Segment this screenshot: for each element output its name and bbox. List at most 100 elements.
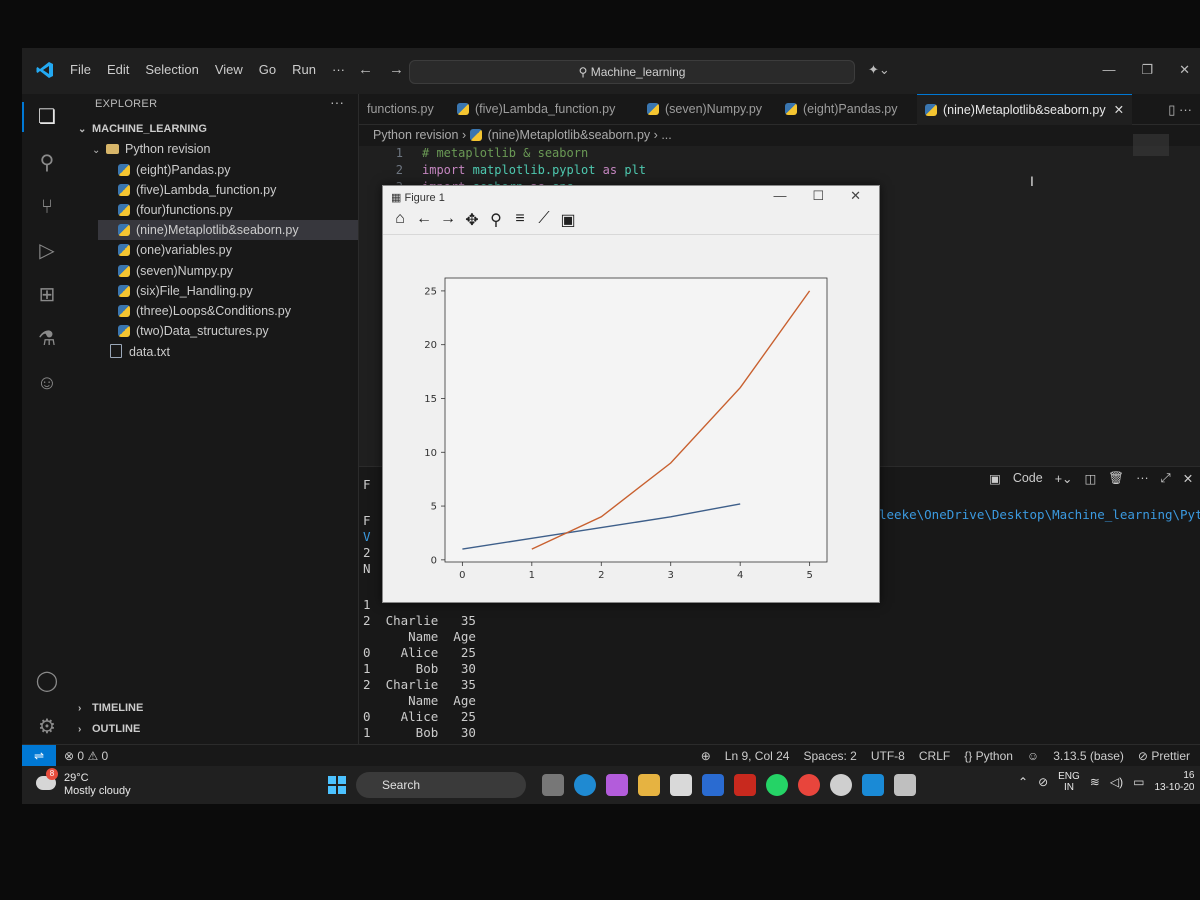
language-mode[interactable]: {} Python — [964, 745, 1013, 767]
more-tabs-icon[interactable]: ··· — [1179, 102, 1192, 117]
command-center-search[interactable]: ⚲ Machine_learning — [409, 60, 855, 84]
file-item[interactable]: (seven)Numpy.py — [118, 261, 233, 281]
encoding[interactable]: UTF-8 — [871, 745, 905, 767]
whatsapp-icon[interactable] — [766, 774, 788, 796]
tab-close-icon[interactable]: ✕ — [1114, 103, 1124, 117]
tab-lambda[interactable]: (five)Lambda_function.py — [449, 94, 623, 124]
maximize-icon[interactable]: ☐ — [812, 188, 824, 204]
pan-icon[interactable]: ✥ — [463, 210, 481, 230]
python-interpreter[interactable]: 3.13.5 (base) — [1053, 745, 1124, 767]
extensions-icon[interactable]: ⊞ — [34, 282, 60, 308]
close-panel-icon[interactable]: ✕ — [1183, 471, 1193, 486]
volume-icon[interactable]: ◁) — [1110, 775, 1123, 789]
configure-icon[interactable]: ≡ — [511, 210, 529, 230]
close-icon[interactable]: ✕ — [1179, 62, 1190, 78]
menu-go[interactable]: Go — [259, 62, 276, 77]
battery-icon[interactable]: ▭ — [1133, 775, 1144, 789]
file-item[interactable]: (three)Loops&Conditions.py — [118, 301, 291, 321]
folder-python-revision[interactable]: ⌄ Python revision — [92, 139, 210, 159]
tab-metaplotlib[interactable]: (nine)Metaplotlib&seaborn.py ✕ — [917, 94, 1133, 125]
settings-gear-icon[interactable]: ⚙ — [34, 714, 60, 740]
maximize-icon[interactable]: ❐ — [1141, 62, 1153, 78]
copilot-app-icon[interactable] — [606, 774, 628, 796]
testing-icon[interactable]: ⚗ — [34, 326, 60, 352]
search-icon[interactable]: ⚲ — [34, 150, 60, 176]
forward-icon[interactable]: → — [439, 210, 457, 230]
file-item[interactable]: (eight)Pandas.py — [118, 160, 231, 180]
edge-icon[interactable] — [574, 774, 596, 796]
maximize-panel-icon[interactable]: ⤢ — [1161, 471, 1171, 486]
file-item[interactable]: (six)File_Handling.py — [118, 281, 253, 301]
trash-icon[interactable]: 🗑 — [1108, 471, 1124, 486]
prettier-status[interactable]: ⊘ Prettier — [1138, 745, 1190, 767]
breadcrumb-file[interactable]: (nine)Metaplotlib&seaborn.py — [488, 128, 651, 142]
timeline-section[interactable]: › TIMELINE — [78, 702, 143, 714]
back-icon[interactable]: ← — [415, 210, 433, 230]
breadcrumb-more[interactable]: ... — [661, 128, 671, 142]
mic-off-icon[interactable]: ⊘ — [1038, 775, 1048, 789]
file-item[interactable]: (two)Data_structures.py — [118, 321, 269, 341]
split-editor-icon[interactable]: ▯ — [1168, 102, 1175, 117]
menu-edit[interactable]: Edit — [107, 62, 129, 77]
tab-pandas[interactable]: (eight)Pandas.py — [777, 94, 906, 124]
copilot-status-icon[interactable]: ☺ — [1027, 745, 1039, 767]
chatgpt-icon[interactable] — [830, 774, 852, 796]
more-actions-icon[interactable]: ··· — [330, 94, 344, 110]
file-item[interactable]: (five)Lambda_function.py — [118, 180, 276, 200]
problems-indicator[interactable]: ⊗ 0 ⚠ 0 — [64, 745, 108, 767]
file-item-selected[interactable]: (nine)Metaplotlib&seaborn.py — [98, 220, 358, 240]
tab-numpy[interactable]: (seven)Numpy.py — [639, 94, 770, 124]
split-terminal-icon[interactable]: ◫ — [1084, 471, 1096, 486]
menu-more[interactable]: ··· — [332, 62, 345, 77]
copilot-chat-icon[interactable]: ☺ — [34, 370, 60, 396]
remote-indicator-icon[interactable]: ⇌ — [22, 745, 56, 767]
workspace-root[interactable]: ⌄ MACHINE_LEARNING — [78, 119, 207, 139]
forward-arrow-icon[interactable]: → — [389, 61, 404, 78]
app-icon[interactable] — [702, 774, 724, 796]
file-explorer-icon[interactable] — [638, 774, 660, 796]
run-debug-icon[interactable]: ▷ — [34, 238, 60, 264]
file-item[interactable]: (one)variables.py — [118, 240, 232, 260]
indentation[interactable]: Spaces: 2 — [803, 745, 856, 767]
save-icon[interactable]: ▣ — [559, 210, 577, 230]
tab-functions[interactable]: functions.py — [359, 94, 442, 124]
more-actions-icon[interactable]: ··· — [1136, 471, 1149, 486]
file-item[interactable]: (four)functions.py — [118, 200, 233, 220]
store-icon[interactable] — [670, 774, 692, 796]
menu-view[interactable]: View — [215, 62, 243, 77]
code-terminal-label[interactable]: Code — [1013, 471, 1043, 486]
add-terminal-icon[interactable]: +⌄ — [1055, 471, 1073, 486]
zoom-icon[interactable]: ⊕ — [701, 745, 711, 767]
matplotlib-figure-window[interactable]: ▦ Figure 1 — ☐ ✕ ⌂ ← → ✥ ⚲ ≡ ⟋ ▣ 0123450… — [382, 185, 880, 603]
clock[interactable]: 16 13-10-20 — [1154, 770, 1194, 794]
end-of-line[interactable]: CRLF — [919, 745, 950, 767]
breadcrumb-folder[interactable]: Python revision — [373, 128, 458, 142]
wifi-icon[interactable]: ≋ — [1090, 775, 1100, 789]
minimize-icon[interactable]: — — [773, 188, 786, 204]
edit-axis-icon[interactable]: ⟋ — [535, 210, 553, 230]
menu-selection[interactable]: Selection — [145, 62, 198, 77]
file-item[interactable]: data.txt — [110, 342, 170, 362]
outline-section[interactable]: › OUTLINE — [78, 723, 140, 735]
menu-file[interactable]: File — [70, 62, 91, 77]
cursor-position[interactable]: Ln 9, Col 24 — [725, 745, 790, 767]
language-indicator[interactable]: ENG IN — [1058, 771, 1080, 793]
copilot-icon[interactable]: ✦⌄ — [868, 62, 890, 78]
chevron-up-icon[interactable]: ⌃ — [1018, 775, 1028, 789]
task-view-icon[interactable] — [542, 774, 564, 796]
source-control-icon[interactable]: ⑂ — [34, 194, 60, 220]
windows-start-icon[interactable] — [328, 776, 346, 794]
home-icon[interactable]: ⌂ — [391, 210, 409, 230]
minimize-icon[interactable]: — — [1102, 62, 1115, 78]
taskbar-search[interactable]: Search — [356, 772, 526, 798]
minimap[interactable] — [1133, 134, 1169, 156]
explorer-icon[interactable]: ❏ — [34, 104, 60, 130]
mcafee-icon[interactable] — [734, 774, 756, 796]
menu-run[interactable]: Run — [292, 62, 316, 77]
close-icon[interactable]: ✕ — [850, 188, 861, 204]
account-icon[interactable]: ◯ — [34, 668, 60, 694]
back-arrow-icon[interactable]: ← — [358, 61, 373, 78]
zoom-icon[interactable]: ⚲ — [487, 210, 505, 230]
python-window-icon[interactable] — [894, 774, 916, 796]
vscode-taskbar-icon[interactable] — [862, 774, 884, 796]
